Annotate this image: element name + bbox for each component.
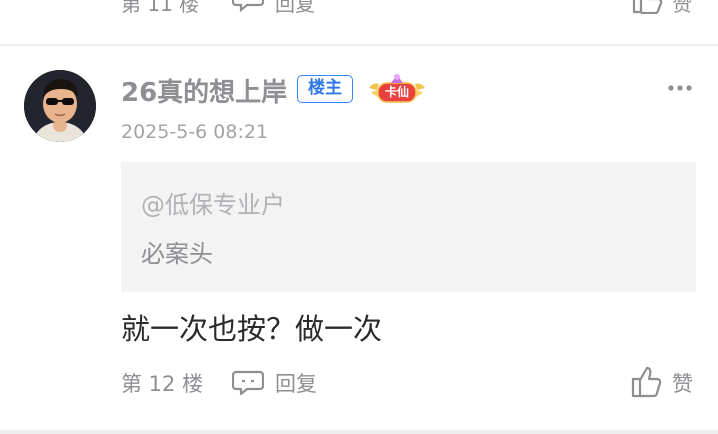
quote-author[interactable]: @低保专业户	[141, 185, 285, 220]
divider	[0, 44, 718, 46]
more-dots-icon[interactable]	[665, 78, 695, 98]
thumbs-up-icon[interactable]	[632, 0, 664, 20]
reply-bubble-icon[interactable]	[231, 0, 265, 16]
divider	[0, 430, 718, 434]
reply-button[interactable]: 回复	[275, 0, 315, 17]
previous-floor-footer: 第 11 楼 回复 赞	[0, 0, 718, 44]
op-badge: 楼主	[297, 75, 353, 103]
floor-number: 第 12 楼	[121, 372, 204, 396]
thumbs-up-icon[interactable]	[631, 364, 663, 398]
username[interactable]: 26真的想上岸	[121, 72, 287, 109]
reply-button[interactable]: 回复	[275, 368, 317, 398]
like-button[interactable]: 赞	[672, 368, 693, 398]
floor-number: 第 11 楼	[121, 0, 200, 16]
reply-bubble-icon[interactable]	[231, 369, 265, 397]
like-button[interactable]: 赞	[672, 0, 692, 17]
level-badge: 卡仙	[366, 72, 428, 106]
quoted-reply[interactable]	[121, 162, 696, 292]
level-badge-label: 卡仙	[384, 85, 409, 99]
post-content: 就一次也按？做一次	[121, 312, 383, 346]
avatar[interactable]	[24, 70, 96, 142]
post-timestamp: 2025-5-6 08:21	[121, 121, 269, 143]
quote-text: 必案头	[141, 240, 213, 268]
